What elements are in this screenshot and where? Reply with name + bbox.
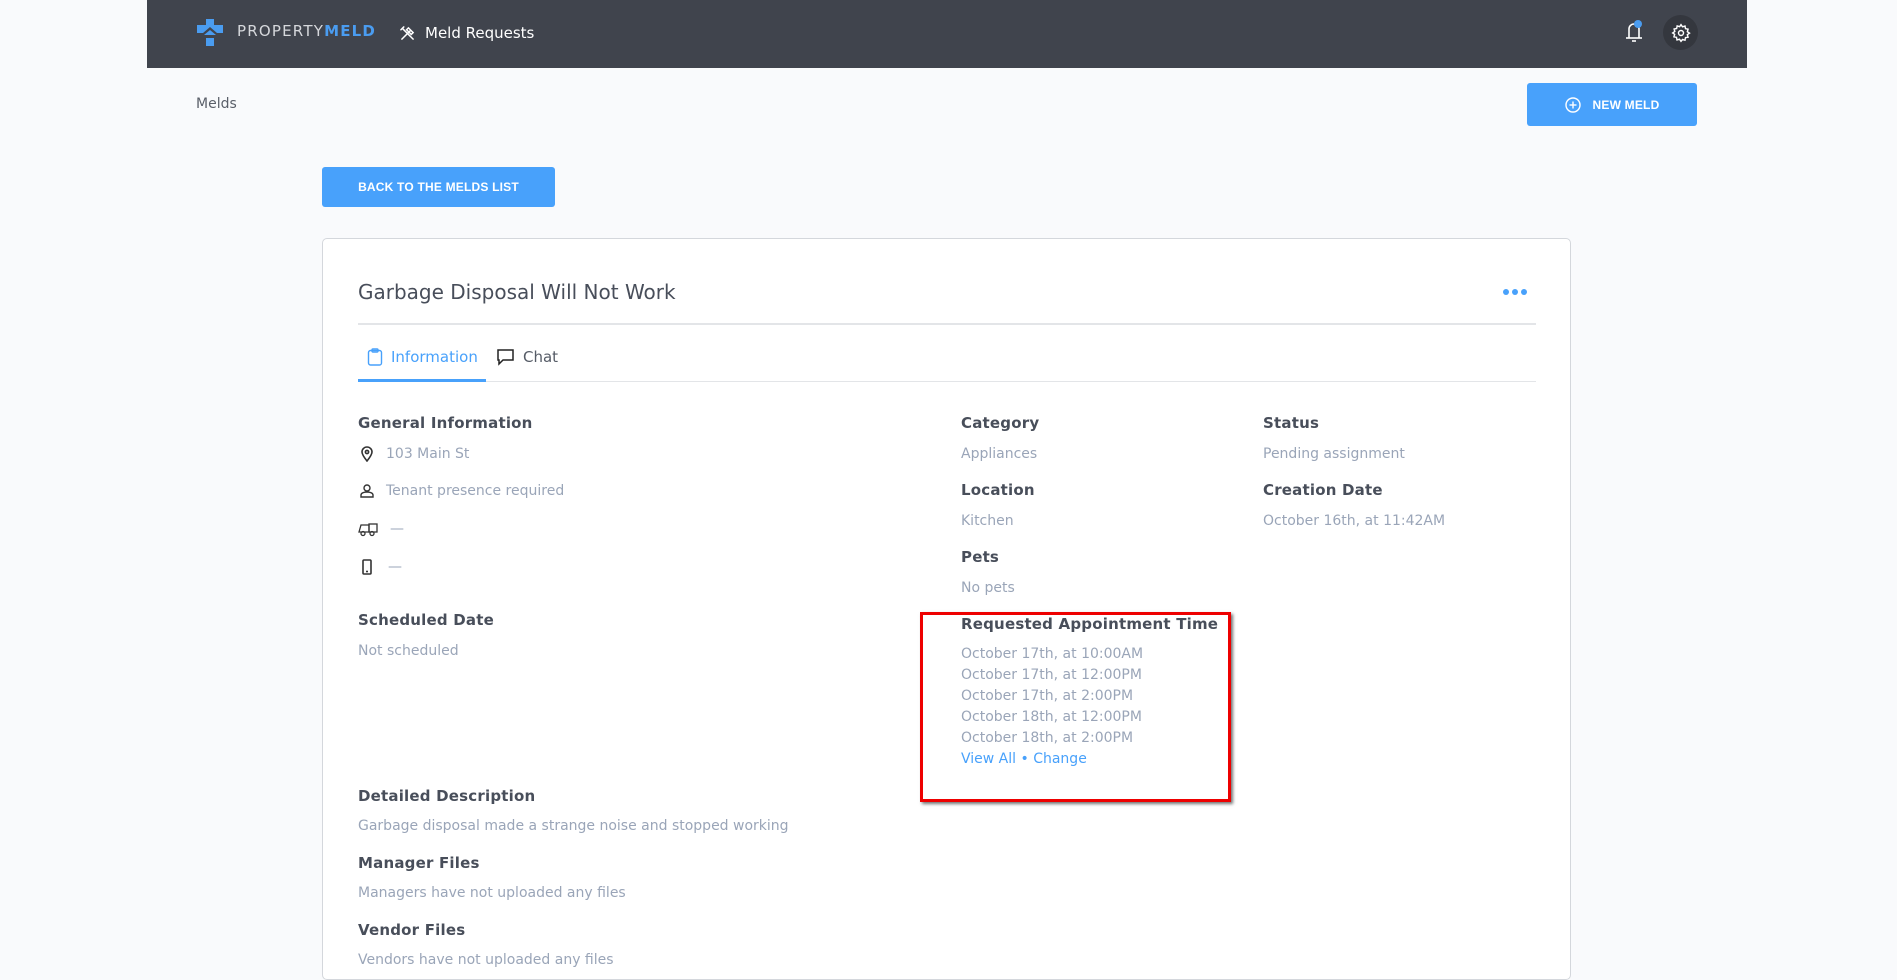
address-row: 103 Main St: [360, 446, 469, 462]
link-separator: •: [1020, 751, 1029, 767]
creation-date-heading: Creation Date: [1263, 481, 1383, 499]
phone-value: —: [388, 559, 402, 575]
address-value: 103 Main St: [386, 446, 470, 462]
new-meld-label: NEW MELD: [1592, 97, 1660, 112]
creation-date-value: October 16th, at 11:42AM: [1263, 513, 1446, 529]
manager-files-value: Managers have not uploaded any files: [358, 885, 626, 901]
tenant-presence-value: Tenant presence required: [386, 483, 565, 499]
appointment-time: October 18th, at 2:00PM: [961, 730, 1134, 746]
nav-meld-requests[interactable]: Meld Requests: [400, 20, 534, 46]
nav-meld-requests-label: Meld Requests: [425, 24, 535, 42]
meld-title: Garbage Disposal Will Not Work: [358, 280, 676, 304]
vendor-row: —: [358, 521, 404, 537]
phone-row: —: [362, 559, 402, 575]
tab-information-label: Information: [391, 348, 478, 366]
detailed-description-value: Garbage disposal made a strange noise an…: [358, 818, 789, 834]
location-heading: Location: [961, 481, 1035, 499]
notification-badge-dot: [1634, 20, 1642, 28]
general-information-heading: General Information: [358, 414, 533, 432]
tab-information[interactable]: Information: [367, 344, 478, 370]
change-link[interactable]: Change: [1033, 751, 1087, 767]
breadcrumb-melds[interactable]: Melds: [196, 96, 237, 112]
dot: [1512, 289, 1518, 295]
settings-button[interactable]: [1663, 15, 1698, 50]
appointment-links: View All • Change: [961, 751, 1087, 767]
truck-icon: [358, 523, 378, 537]
status-value: Pending assignment: [1263, 446, 1405, 462]
logo-text-meld: MELD: [324, 22, 377, 40]
more-options-button[interactable]: [1503, 289, 1527, 295]
status-heading: Status: [1263, 414, 1320, 432]
active-tab-indicator: [358, 379, 486, 382]
clipboard-icon: [367, 348, 383, 366]
appointment-time: October 18th, at 12:00PM: [961, 709, 1142, 725]
appointment-time: October 17th, at 2:00PM: [961, 688, 1134, 704]
vendor-value: —: [390, 521, 404, 537]
appointment-time: October 17th, at 12:00PM: [961, 667, 1142, 683]
detailed-description-heading: Detailed Description: [358, 787, 536, 805]
category-value: Appliances: [961, 446, 1038, 462]
new-meld-button[interactable]: NEW MELD: [1527, 83, 1697, 126]
vendor-files-heading: Vendor Files: [358, 921, 466, 939]
view-all-link[interactable]: View All: [961, 751, 1016, 767]
back-to-melds-list-button[interactable]: BACK TO THE MELDS LIST: [322, 167, 555, 207]
tab-chat[interactable]: Chat: [496, 344, 558, 370]
tabs-divider: [358, 381, 1536, 382]
title-divider: [358, 323, 1536, 325]
vendor-files-value: Vendors have not uploaded any files: [358, 952, 614, 968]
dot: [1521, 289, 1527, 295]
tenant-presence-row: Tenant presence required: [360, 483, 564, 499]
logo-text-property: PROPERTY: [237, 22, 325, 40]
category-heading: Category: [961, 414, 1040, 432]
location-value: Kitchen: [961, 513, 1014, 529]
chat-bubble-icon: [497, 349, 514, 366]
dot: [1503, 289, 1509, 295]
top-nav-bar: PROPERTYMELD Meld Requests: [147, 0, 1747, 68]
plus-circle-icon: [1564, 96, 1581, 113]
pets-value: No pets: [961, 580, 1015, 596]
scheduled-date-value: Not scheduled: [358, 643, 459, 659]
scheduled-date-heading: Scheduled Date: [358, 611, 494, 629]
logo-wordmark[interactable]: PROPERTYMELD: [237, 22, 376, 40]
gear-icon: [1670, 22, 1691, 43]
mobile-phone-icon: [362, 559, 372, 575]
requested-appointment-heading: Requested Appointment Time: [961, 615, 1219, 633]
tools-icon: [400, 25, 415, 40]
pets-heading: Pets: [961, 548, 1000, 566]
propertymeld-logo-icon[interactable]: [197, 19, 223, 46]
map-pin-icon: [361, 446, 373, 462]
person-icon: [360, 484, 374, 498]
tab-chat-label: Chat: [523, 348, 559, 366]
highlight-box: [920, 612, 1231, 802]
manager-files-heading: Manager Files: [358, 854, 480, 872]
appointment-time: October 17th, at 10:00AM: [961, 646, 1144, 662]
